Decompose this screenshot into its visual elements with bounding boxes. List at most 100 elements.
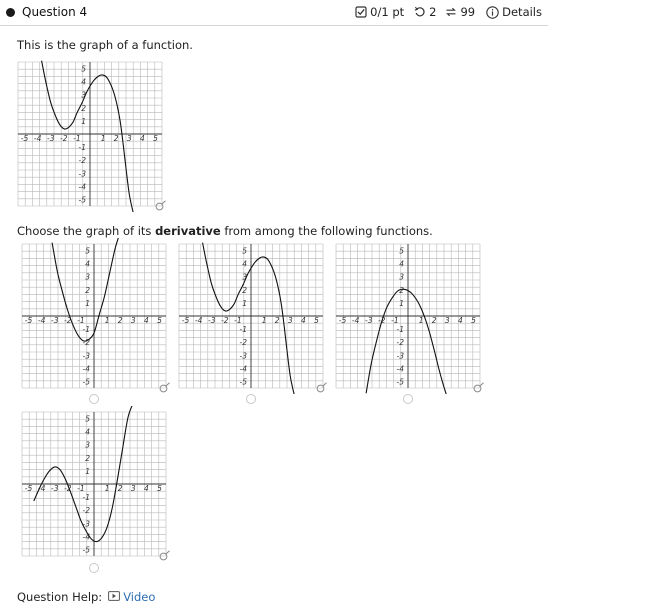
- question-header: Question 4 0/1 pt 2 99 Details: [0, 0, 548, 26]
- question-intro: This is the graph of a function.: [17, 38, 193, 52]
- choice-b-radio[interactable]: [246, 394, 256, 404]
- details-button[interactable]: Details: [486, 5, 542, 19]
- x-tick-label: -5: [25, 316, 33, 325]
- x-tick-label: 1: [105, 316, 110, 325]
- choice-b-graph[interactable]: -5 -4 -3 -2 -1 1 2 3 4 554321-1-2-3-4-5: [175, 242, 327, 394]
- zoom-icon[interactable]: [155, 200, 167, 212]
- x-tick-label: 1: [101, 134, 106, 143]
- y-tick-label: 1: [81, 117, 86, 126]
- y-tick-label: -2: [83, 506, 91, 515]
- choice-a-radio[interactable]: [89, 394, 99, 404]
- choose-text-bold: derivative: [155, 224, 221, 238]
- x-tick-label: -5: [25, 484, 33, 493]
- x-tick-label: -3: [365, 316, 373, 325]
- y-tick-label: -5: [83, 377, 91, 386]
- choice-d-zoom-icon[interactable]: [159, 550, 171, 562]
- x-tick-label: -1: [73, 134, 80, 143]
- attempts-count: 99: [460, 5, 476, 19]
- x-tick-label: -5: [182, 316, 190, 325]
- y-tick-label: 3: [399, 273, 404, 282]
- x-tick-label: 5: [471, 316, 476, 325]
- x-tick-label: -1: [77, 316, 84, 325]
- x-tick-label: -5: [339, 316, 347, 325]
- y-tick-label: 5: [85, 415, 90, 424]
- y-tick-label: 5: [85, 247, 90, 256]
- choice-d-radio[interactable]: [89, 563, 99, 573]
- x-tick-label: 4: [458, 316, 463, 325]
- y-tick-label: -5: [83, 545, 91, 554]
- retries-count: 2: [429, 5, 437, 19]
- retry-icon: [414, 6, 426, 18]
- score-text: 0/1 pt: [370, 5, 405, 19]
- choose-text-pre: Choose the graph of its: [17, 224, 156, 238]
- y-tick-label: 5: [81, 65, 86, 74]
- x-tick-label: -3: [208, 316, 216, 325]
- y-tick-label: -3: [397, 351, 405, 360]
- y-tick-label: 4: [85, 428, 90, 437]
- y-tick-label: 1: [242, 299, 247, 308]
- score-checkbox-icon: [355, 6, 367, 18]
- attempts-icon: [445, 6, 457, 18]
- y-tick-label: 2: [85, 286, 90, 295]
- question-title: Question 4: [22, 5, 88, 19]
- x-tick-label: 3: [127, 134, 132, 143]
- x-tick-label: 4: [144, 316, 149, 325]
- choose-text-post: from among the following functions.: [220, 224, 433, 238]
- x-tick-label: 2: [432, 316, 437, 325]
- y-tick-label: -4: [83, 364, 91, 373]
- choice-c-graph[interactable]: -5 -4 -3 -2 -1 1 2 3 4 554321-1-2-3-4-5: [332, 243, 484, 394]
- question-status-dot: [6, 8, 15, 17]
- x-tick-label: 2: [118, 484, 123, 493]
- x-tick-label: 2: [118, 316, 123, 325]
- y-tick-label: -5: [397, 377, 405, 386]
- x-tick-label: -1: [234, 316, 241, 325]
- y-tick-label: 4: [399, 260, 404, 269]
- x-tick-label: -5: [21, 134, 29, 143]
- x-tick-label: -3: [47, 134, 55, 143]
- y-tick-label: -4: [397, 364, 405, 373]
- video-link[interactable]: Video: [108, 590, 155, 604]
- x-tick-label: -1: [391, 316, 398, 325]
- choice-a-graph[interactable]: -5 -4 -3 -2 -1 1 2 3 4 554321-1-2-3-4-5: [18, 238, 170, 392]
- x-tick-label: -1: [77, 484, 84, 493]
- y-tick-label: -5: [240, 377, 248, 386]
- x-tick-label: 1: [262, 316, 267, 325]
- y-tick-label: 3: [85, 273, 90, 282]
- x-tick-label: 5: [153, 134, 158, 143]
- x-tick-label: 3: [445, 316, 450, 325]
- x-tick-label: 1: [419, 316, 424, 325]
- y-tick-label: -3: [83, 351, 91, 360]
- y-tick-label: -1: [83, 325, 90, 334]
- y-tick-label: -1: [83, 493, 90, 502]
- question-meta: 0/1 pt 2 99 Details: [355, 5, 542, 19]
- x-tick-label: 3: [131, 484, 136, 493]
- y-tick-label: 5: [399, 247, 404, 256]
- y-tick-label: -1: [397, 325, 404, 334]
- y-tick-label: 5: [242, 247, 247, 256]
- y-tick-label: -3: [240, 351, 248, 360]
- x-tick-label: -2: [221, 316, 229, 325]
- x-tick-label: 5: [157, 484, 162, 493]
- y-tick-label: -4: [240, 364, 248, 373]
- x-tick-label: -4: [34, 134, 42, 143]
- x-tick-label: 5: [314, 316, 319, 325]
- y-tick-label: 4: [85, 260, 90, 269]
- choice-b-zoom-icon[interactable]: [316, 382, 328, 394]
- choice-d-graph[interactable]: -5 -4 -3 -2 -1 1 2 3 4 554321-1-2-3-4-5: [18, 406, 170, 560]
- choice-c-radio[interactable]: [403, 394, 413, 404]
- x-tick-label: 4: [144, 484, 149, 493]
- choice-a-zoom-icon[interactable]: [159, 382, 171, 394]
- x-tick-label: -4: [352, 316, 360, 325]
- video-icon: [108, 590, 121, 604]
- x-tick-label: -4: [195, 316, 203, 325]
- y-tick-label: -2: [397, 338, 405, 347]
- y-tick-label: 1: [399, 299, 404, 308]
- x-tick-label: -2: [60, 134, 68, 143]
- y-tick-label: 2: [242, 286, 247, 295]
- choice-c-zoom-icon[interactable]: [473, 382, 485, 394]
- x-tick-label: -3: [51, 484, 59, 493]
- x-tick-label: 4: [140, 134, 145, 143]
- y-tick-label: -2: [240, 338, 248, 347]
- y-tick-label: -1: [240, 325, 247, 334]
- x-tick-label: -3: [51, 316, 59, 325]
